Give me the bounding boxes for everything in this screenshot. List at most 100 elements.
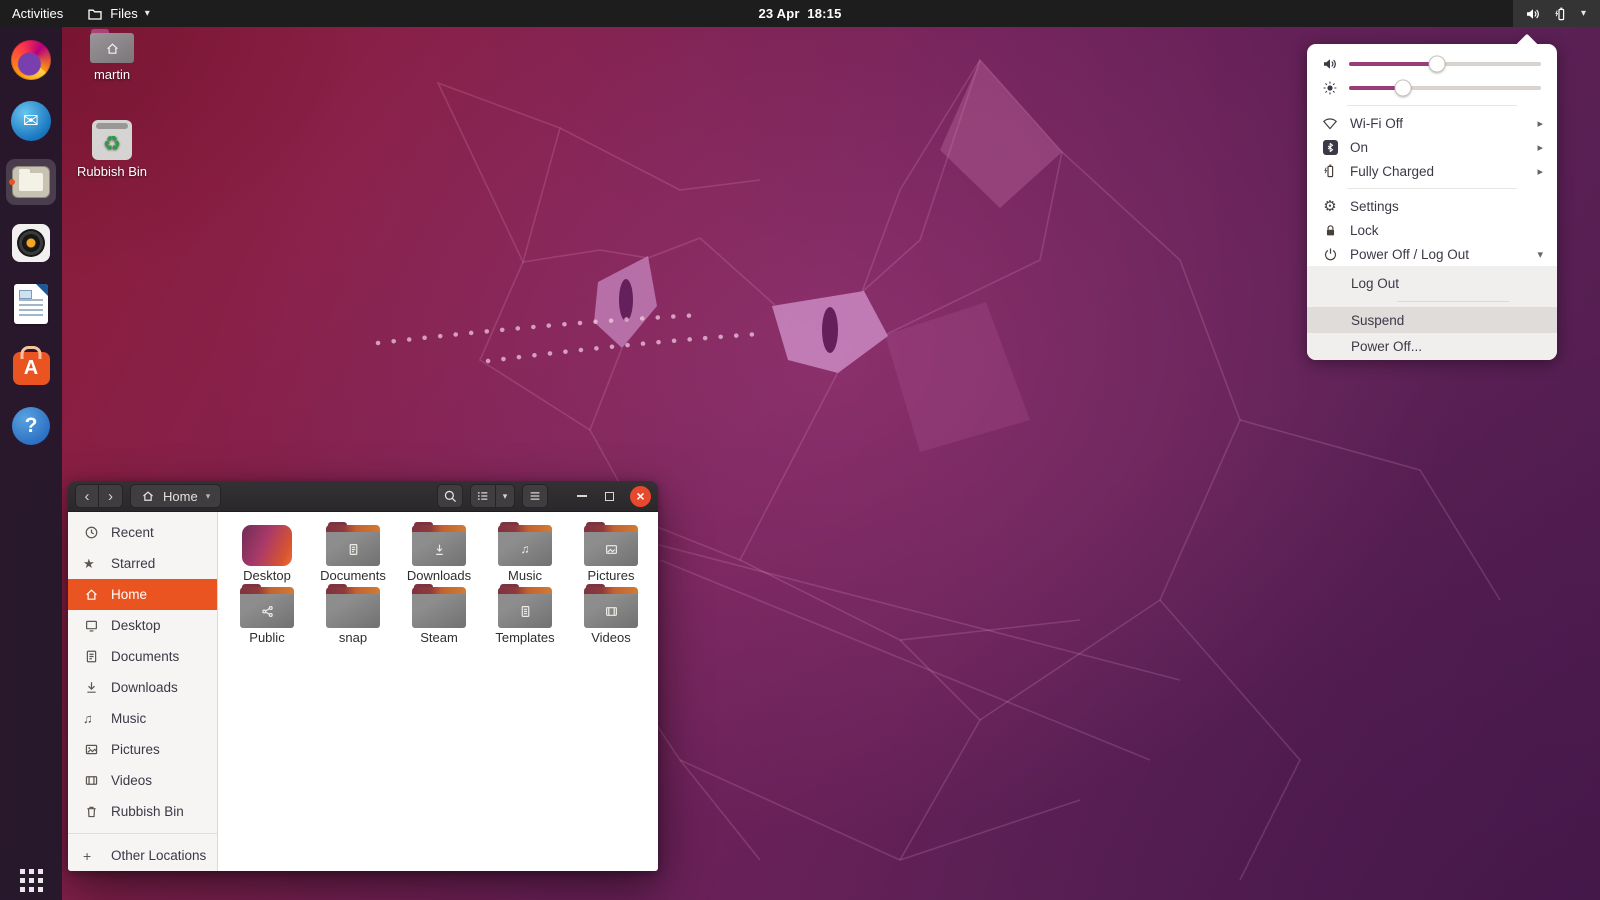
desktop-icon-label: Rubbish Bin xyxy=(76,164,148,179)
libreoffice-writer-icon xyxy=(14,284,48,324)
rhythmbox-icon xyxy=(12,224,50,262)
menu-item-lock[interactable]: Lock xyxy=(1307,218,1557,242)
menu-item-battery[interactable]: Fully Charged ▸ xyxy=(1307,159,1557,183)
sidebar-item-starred[interactable]: ★ Starred xyxy=(68,548,217,579)
folder-label: Templates xyxy=(495,630,555,645)
sidebar-item-documents[interactable]: Documents xyxy=(68,641,217,672)
folder-item-documents[interactable]: Documents xyxy=(310,522,396,583)
folder-item-steam[interactable]: Steam xyxy=(396,584,482,645)
folder-icon xyxy=(584,584,638,628)
minimize-button[interactable] xyxy=(572,486,592,506)
volume-slider[interactable] xyxy=(1349,55,1541,73)
sidebar-label: Other Locations xyxy=(111,848,207,863)
sidebar-item-other-locations[interactable]: + Other Locations xyxy=(68,840,217,871)
activities-button[interactable]: Activities xyxy=(0,0,75,27)
folder-icon: ♫ xyxy=(498,522,552,566)
desktop-icon-rubbish-bin[interactable]: ♻ Rubbish Bin xyxy=(76,120,148,179)
dock-item-ubuntu-software[interactable]: A xyxy=(6,342,56,388)
help-icon: ? xyxy=(12,407,50,445)
sidebar-label: Downloads xyxy=(111,680,178,695)
sidebar-label: Starred xyxy=(111,556,156,571)
menu-item-wifi[interactable]: Wi-Fi Off ▸ xyxy=(1307,111,1557,135)
hamburger-icon xyxy=(528,489,542,503)
folder-icon xyxy=(326,584,380,628)
app-menu-label: Files xyxy=(110,6,138,21)
menu-separator xyxy=(1347,105,1517,106)
submenu-label: Log Out xyxy=(1351,275,1400,291)
menu-item-bluetooth[interactable]: On ▸ xyxy=(1307,135,1557,159)
battery-icon xyxy=(1553,6,1569,22)
folder-icon xyxy=(498,584,552,628)
chevron-right-icon: ▸ xyxy=(1537,165,1543,178)
folder-item-music[interactable]: ♫ Music xyxy=(482,522,568,583)
list-view-button[interactable] xyxy=(470,484,496,508)
files-app-icon xyxy=(87,6,103,22)
document-glyph-icon xyxy=(347,543,360,556)
system-tray-menu-button[interactable]: ▾ xyxy=(1512,0,1600,27)
menu-item-settings[interactable]: ⚙ Settings xyxy=(1307,194,1557,218)
sidebar-item-desktop[interactable]: Desktop xyxy=(68,610,217,641)
home-icon xyxy=(83,587,100,602)
folder-item-downloads[interactable]: Downloads xyxy=(396,522,482,583)
home-folder-icon xyxy=(90,29,134,63)
menu-item-power-off-log-out[interactable]: Power Off / Log Out ▾ xyxy=(1307,242,1557,266)
submenu-item-log-out[interactable]: Log Out xyxy=(1307,270,1557,296)
folder-item-templates[interactable]: Templates xyxy=(482,584,568,645)
sidebar-item-recent[interactable]: Recent xyxy=(68,517,217,548)
top-bar: Activities Files ▾ 23 Apr 18:15 ▾ xyxy=(0,0,1600,27)
gear-icon: ⚙ xyxy=(1323,198,1337,215)
location-button[interactable]: Home ▾ xyxy=(130,484,222,508)
app-menu-button[interactable]: Files ▾ xyxy=(75,0,161,27)
caret-down-icon: ▾ xyxy=(144,8,150,19)
headerbar[interactable]: ‹ › Home ▾ ▾ × xyxy=(68,481,658,512)
submenu-item-power-off[interactable]: Power Off... xyxy=(1307,333,1557,359)
sidebar-item-rubbish-bin[interactable]: Rubbish Bin xyxy=(68,796,217,827)
folder-item-desktop[interactable]: Desktop xyxy=(224,523,310,583)
desktop-icon-home-folder[interactable]: martin xyxy=(76,29,148,82)
menu-item-label: Lock xyxy=(1350,222,1379,238)
dock-item-firefox[interactable] xyxy=(6,37,56,83)
sidebar-item-music[interactable]: ♫ Music xyxy=(68,703,217,734)
view-options-caret-button[interactable]: ▾ xyxy=(496,484,515,508)
folder-item-videos[interactable]: Videos xyxy=(568,584,654,645)
search-button[interactable] xyxy=(437,484,463,508)
folder-item-public[interactable]: Public xyxy=(224,584,310,645)
folder-item-snap[interactable]: snap xyxy=(310,584,396,645)
folder-item-pictures[interactable]: Pictures xyxy=(568,522,654,583)
volume-slider-knob[interactable] xyxy=(1428,55,1446,73)
dock-item-libreoffice-writer[interactable] xyxy=(6,281,56,327)
sidebar-item-home[interactable]: Home xyxy=(68,579,217,610)
brightness-icon xyxy=(1321,80,1339,96)
film-icon xyxy=(83,773,100,788)
submenu-item-suspend[interactable]: Suspend xyxy=(1307,307,1557,333)
menu-separator xyxy=(1347,188,1517,189)
clock[interactable]: 23 Apr 18:15 xyxy=(758,6,841,21)
dock-item-rhythmbox[interactable] xyxy=(6,220,56,266)
files-dock-icon xyxy=(12,166,50,198)
list-view-icon xyxy=(476,489,490,503)
dock-item-files[interactable] xyxy=(6,159,56,205)
close-button[interactable]: × xyxy=(630,485,651,507)
sidebar-item-videos[interactable]: Videos xyxy=(68,765,217,796)
show-applications-button[interactable] xyxy=(19,869,43,892)
brightness-slider-knob[interactable] xyxy=(1394,79,1412,97)
location-caret-icon: ▾ xyxy=(205,490,211,501)
back-button[interactable]: ‹ xyxy=(75,484,99,508)
menu-button[interactable] xyxy=(522,484,548,508)
forward-button[interactable]: › xyxy=(99,484,123,508)
menu-item-label: Power Off / Log Out xyxy=(1350,246,1470,262)
envelope-icon: ✉ xyxy=(23,110,39,132)
maximize-button[interactable] xyxy=(599,486,619,506)
folder-label: Music xyxy=(508,568,542,583)
brightness-slider-row xyxy=(1307,76,1557,100)
menu-item-label: Fully Charged xyxy=(1350,163,1435,179)
sidebar-item-downloads[interactable]: Downloads xyxy=(68,672,217,703)
brightness-slider[interactable] xyxy=(1349,79,1541,97)
sidebar-item-pictures[interactable]: Pictures xyxy=(68,734,217,765)
folder-icon xyxy=(412,584,466,628)
dock-item-thunderbird[interactable]: ✉ xyxy=(6,98,56,144)
download-icon xyxy=(83,680,100,695)
nav-buttons: ‹ › xyxy=(75,484,123,508)
volume-icon xyxy=(1321,56,1339,72)
dock-item-help[interactable]: ? xyxy=(6,403,56,449)
